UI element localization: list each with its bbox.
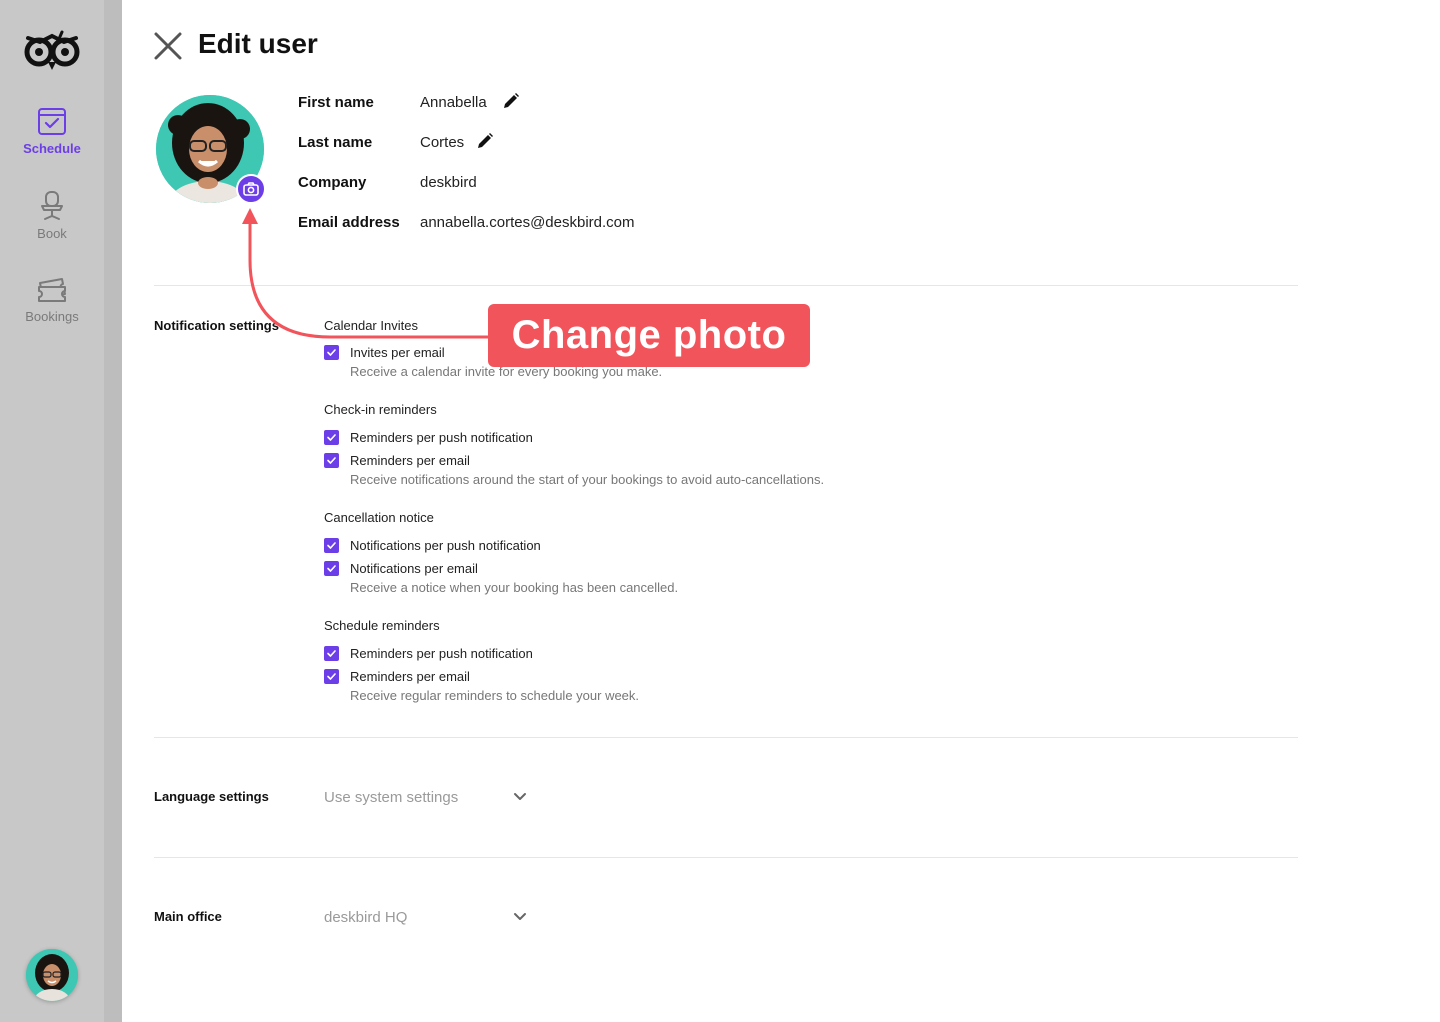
checkmark-icon [327, 456, 336, 464]
sidebar: Schedule Book Bookings [0, 0, 104, 1022]
checkin-push-option[interactable]: Reminders per push notification [324, 428, 533, 446]
cancellation-email-checkbox[interactable] [324, 560, 339, 576]
edit-user-panel: Edit user First name Annabella Last name… [122, 0, 1440, 1022]
first-name-value: Annabella [420, 94, 487, 111]
schedule-reminders-title: Schedule reminders [324, 618, 440, 633]
sidebar-item-label: Bookings [25, 309, 79, 324]
schedule-push-option[interactable]: Reminders per push notification [324, 644, 533, 662]
checkmark-icon [327, 348, 336, 356]
company-value: deskbird [420, 174, 477, 191]
edit-first-name-pencil-icon[interactable] [502, 92, 520, 110]
checkmark-icon [327, 672, 336, 680]
language-select-value: Use system settings [324, 789, 459, 806]
option-label: Notifications per email [350, 560, 478, 576]
option-label: Notifications per push notification [350, 537, 541, 553]
email-value: annabella.cortes@deskbird.com [420, 214, 635, 231]
sidebar-item-label: Schedule [23, 141, 81, 156]
sidebar-item-label: Book [37, 226, 67, 241]
calendar-check-icon [38, 108, 66, 135]
deskbird-logo[interactable] [22, 28, 82, 72]
option-label: Reminders per email [350, 668, 470, 684]
close-icon[interactable] [152, 30, 184, 62]
language-settings-label: Language settings [154, 789, 269, 804]
option-label: Reminders per push notification [350, 645, 533, 661]
main-office-select[interactable]: deskbird HQ [324, 906, 528, 930]
user-avatar[interactable] [26, 949, 78, 1001]
main-office-label: Main office [154, 909, 222, 924]
change-photo-callout: Change photo [488, 304, 810, 367]
language-select[interactable]: Use system settings [324, 786, 528, 810]
first-name-label: First name [298, 94, 374, 111]
checkmark-icon [327, 649, 336, 657]
company-label: Company [298, 174, 367, 191]
email-label: Email address [298, 214, 400, 231]
checkmark-icon [327, 433, 336, 441]
option-label: Reminders per email [350, 452, 470, 468]
calendar-invites-title: Calendar Invites [324, 318, 418, 333]
page-title: Edit user [198, 28, 318, 59]
camera-icon [243, 182, 259, 196]
last-name-label: Last name [298, 134, 373, 151]
change-photo-button[interactable] [236, 174, 266, 204]
tickets-icon [38, 278, 66, 302]
cancellation-push-checkbox[interactable] [324, 537, 339, 553]
check-in-reminders-title: Check-in reminders [324, 402, 437, 417]
option-label: Reminders per push notification [350, 429, 533, 445]
option-label: Invites per email [350, 344, 445, 360]
cancellation-notice-title: Cancellation notice [324, 510, 434, 525]
last-name-value: Cortes [420, 134, 465, 151]
office-chair-icon [41, 191, 63, 220]
cancellation-push-option[interactable]: Notifications per push notification [324, 536, 541, 554]
sidebar-item-bookings[interactable]: Bookings [0, 273, 104, 324]
divider [154, 285, 1298, 286]
invites-per-email-option[interactable]: Invites per email [324, 343, 445, 361]
checkin-push-checkbox[interactable] [324, 429, 339, 445]
divider [154, 737, 1298, 738]
cancellation-notice-hint: Receive a notice when your booking has b… [350, 580, 679, 595]
schedule-email-option[interactable]: Reminders per email [324, 667, 470, 685]
sidebar-edge [104, 0, 122, 1022]
schedule-push-checkbox[interactable] [324, 645, 339, 661]
checkin-email-option[interactable]: Reminders per email [324, 451, 470, 469]
checkin-email-checkbox[interactable] [324, 452, 339, 468]
chevron-down-icon [514, 793, 526, 800]
edit-last-name-pencil-icon[interactable] [476, 132, 494, 150]
main-office-select-value: deskbird HQ [324, 909, 408, 926]
checkmark-icon [327, 564, 336, 572]
check-in-reminders-hint: Receive notifications around the start o… [350, 472, 825, 487]
checkmark-icon [327, 541, 336, 549]
divider [154, 857, 1298, 858]
chevron-down-icon [514, 913, 526, 920]
notification-settings-label: Notification settings [154, 318, 279, 333]
invites-per-email-checkbox[interactable] [324, 344, 339, 360]
sidebar-item-book[interactable]: Book [0, 190, 104, 241]
schedule-email-checkbox[interactable] [324, 668, 339, 684]
cancellation-email-option[interactable]: Notifications per email [324, 559, 478, 577]
user-photo [26, 949, 78, 1001]
schedule-reminders-hint: Receive regular reminders to schedule yo… [350, 688, 640, 703]
sidebar-item-schedule[interactable]: Schedule [0, 105, 104, 156]
